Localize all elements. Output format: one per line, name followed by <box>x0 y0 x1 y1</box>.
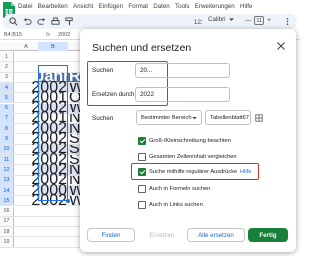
replace-input[interactable]: 2022 <box>135 87 230 102</box>
menu-daten[interactable]: Daten <box>153 3 170 10</box>
font-size-stepper: — 11 + <box>245 16 271 25</box>
row-number[interactable]: 9 <box>0 134 14 144</box>
cell-year[interactable] <box>38 52 68 61</box>
menu-bar: Datei Bearbeiten Ansicht Einfügen Format… <box>18 3 258 10</box>
scope-label: Suchen <box>92 115 114 122</box>
increase-font-size-button[interactable]: + <box>267 17 271 24</box>
row-number[interactable]: 3 <box>0 72 14 82</box>
formula-input[interactable]: 2002 <box>58 32 70 38</box>
row-number[interactable]: 11 <box>0 155 14 165</box>
regex-checkbox[interactable] <box>138 168 146 176</box>
column-header-a[interactable]: A <box>14 42 38 51</box>
row-number[interactable]: 5 <box>0 93 14 103</box>
dialog-title: Suchen und ersetzen <box>92 42 192 54</box>
row-number[interactable]: 13 <box>0 175 14 185</box>
grid-icon <box>255 113 263 122</box>
done-button[interactable]: Fertig <box>248 228 288 242</box>
regex-label: Suche mithilfe regulärer Ausdrücke <box>149 169 238 175</box>
paint-format-icon[interactable] <box>65 17 74 26</box>
fill-handle[interactable] <box>66 199 70 203</box>
row-number[interactable]: 17 <box>0 216 14 227</box>
match-case-checkbox[interactable] <box>138 137 146 145</box>
row-number[interactable]: 2 <box>0 62 14 72</box>
table-row: 17 <box>0 216 80 228</box>
selection-outline <box>38 65 68 201</box>
row-number[interactable]: 6 <box>0 103 14 113</box>
redo-icon[interactable] <box>37 17 46 26</box>
menu-tools[interactable]: Tools <box>175 3 189 10</box>
menu-einfuegen[interactable]: Einfügen <box>99 3 123 10</box>
menu-datei[interactable]: Datei <box>18 3 32 10</box>
undo-icon[interactable] <box>23 17 32 26</box>
row-number[interactable]: 4 <box>0 82 14 93</box>
table-row: 18 <box>0 227 80 238</box>
row-number[interactable]: 10 <box>0 144 14 154</box>
match-case-label: Groß-/Kleinschreibung beachten <box>149 138 231 144</box>
find-button[interactable]: Finden <box>87 228 135 242</box>
close-icon[interactable] <box>276 41 286 51</box>
fx-icon: fx <box>46 32 51 38</box>
row-number[interactable]: 12 <box>0 165 14 175</box>
table-row: 19 <box>0 237 80 248</box>
decrease-font-size-button[interactable]: — <box>245 17 251 24</box>
table-row: 16 <box>0 206 80 217</box>
column-header-row: A B <box>0 42 80 51</box>
menu-bearbeiten[interactable]: Bearbeiten <box>38 3 68 10</box>
match-entire-cell-label: Gesamten Zelleninhalt vergleichen <box>149 154 237 160</box>
chevron-down-icon <box>228 17 234 21</box>
match-entire-cell-checkbox[interactable] <box>138 153 146 161</box>
toolbar: 123 Calibri — 11 + <box>3 14 297 29</box>
row-number[interactable]: 18 <box>0 227 14 237</box>
column-header-b[interactable]: B <box>38 42 68 51</box>
font-size-field[interactable]: 11 <box>254 16 265 25</box>
chevron-down-icon <box>192 117 197 120</box>
font-name: Calibri <box>208 16 226 23</box>
search-input[interactable]: 20... <box>135 63 230 78</box>
row-number[interactable]: 16 <box>0 206 14 216</box>
search-formulas-label: Auch in Formeln suchen <box>149 186 211 192</box>
more-formats-icon[interactable]: 123 <box>193 17 202 26</box>
print-icon[interactable] <box>51 17 60 26</box>
menu-ansicht[interactable]: Ansicht <box>73 3 93 10</box>
cell-year[interactable] <box>38 217 68 226</box>
table-row: 1 <box>0 52 80 63</box>
search-formulas-checkbox[interactable] <box>138 185 146 193</box>
font-selector[interactable]: Calibri <box>208 16 234 23</box>
replace-button[interactable]: Ersetzen <box>140 228 184 242</box>
search-label: Suchen <box>92 67 114 74</box>
row-number[interactable]: 1 <box>0 52 14 62</box>
row-number[interactable]: 14 <box>0 185 14 196</box>
svg-text:123: 123 <box>194 19 202 26</box>
row-number[interactable]: 15 <box>0 196 14 206</box>
scope-select-value: Bestimmter Bereich <box>141 114 192 121</box>
row-number[interactable]: 8 <box>0 124 14 134</box>
row-number[interactable]: 7 <box>0 113 14 124</box>
more-options-icon[interactable] <box>283 17 292 26</box>
search-links-checkbox[interactable] <box>138 201 146 209</box>
search-menus-icon[interactable] <box>9 17 18 26</box>
scope-select[interactable]: Bestimmter Bereich <box>136 110 202 125</box>
name-box[interactable]: B4:B15 <box>4 32 22 38</box>
select-range-button[interactable] <box>252 110 266 125</box>
replace-label: Ersetzen durch <box>92 91 135 98</box>
search-links-label: Auch in Links suchen <box>149 202 203 208</box>
help-link[interactable]: Hilfe <box>240 169 251 175</box>
row-number[interactable]: 19 <box>0 237 14 247</box>
menu-format[interactable]: Format <box>128 3 148 10</box>
range-input-value: Tabellenblatt67 <box>210 114 249 121</box>
menu-erweiterungen[interactable]: Erweiterungen <box>195 3 235 10</box>
range-input[interactable]: Tabellenblatt67 <box>205 110 251 125</box>
find-replace-dialog: Suchen und ersetzen Suchen 20... Ersetze… <box>80 29 296 252</box>
cell-year[interactable] <box>38 227 68 236</box>
menu-hilfe[interactable]: Hilfe <box>240 3 252 10</box>
cell-year[interactable] <box>38 237 68 246</box>
cell-year[interactable] <box>38 207 68 216</box>
replace-all-button[interactable]: Alle ersetzen <box>187 228 245 242</box>
